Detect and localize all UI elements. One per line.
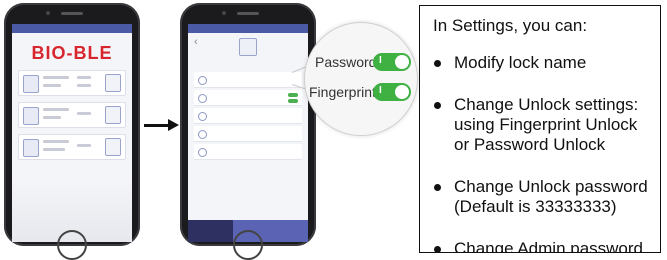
app-brand-logo: BIO-BLE xyxy=(12,43,132,64)
lock-card-line xyxy=(77,144,91,147)
phone-home-display: BIO-BLE xyxy=(12,24,132,242)
lock-card-line xyxy=(43,108,69,111)
lock-card-line xyxy=(43,148,65,151)
info-heading: In Settings, you can: xyxy=(433,16,588,35)
lock-icon xyxy=(23,139,39,157)
fingerprint-toggle-row: Fingerprint I xyxy=(305,81,417,105)
toggle-on-mark: I xyxy=(379,55,382,66)
fingerprint-label: Fingerprint xyxy=(309,84,376,100)
lock-card[interactable] xyxy=(18,70,126,96)
brand-text: BIO-BLE xyxy=(31,43,113,63)
edit-icon xyxy=(198,76,207,85)
toggle-on-mark: I xyxy=(379,85,382,96)
settings-button[interactable] xyxy=(105,106,121,124)
earpiece xyxy=(237,12,259,15)
settings-info-box: In Settings, you can: Modify lock name C… xyxy=(419,5,661,253)
password-mini-toggle[interactable] xyxy=(288,93,298,97)
lock-card-line xyxy=(77,84,91,87)
settings-row-unlock-password[interactable] xyxy=(194,108,302,124)
password-toggle-row: Password I xyxy=(305,51,417,75)
camera-icon xyxy=(46,11,50,15)
lock-card-line xyxy=(43,76,69,79)
lock-card-line xyxy=(43,140,69,143)
fingerprint-toggle[interactable]: I xyxy=(373,83,411,101)
settings-row-about[interactable] xyxy=(194,144,302,160)
status-bar xyxy=(188,24,308,33)
padlock-icon xyxy=(239,38,257,56)
phone-settings-display: ‹ xyxy=(188,24,308,242)
list-item: Change Unlock settings: using Fingerprin… xyxy=(433,95,650,155)
info-icon xyxy=(198,148,207,157)
fingerprint-mini-toggle[interactable] xyxy=(288,99,298,103)
password-label: Password xyxy=(315,54,377,70)
earpiece xyxy=(61,12,83,15)
lock-icon xyxy=(23,75,39,93)
toggle-knob xyxy=(395,85,409,99)
lock-card-line xyxy=(43,84,61,87)
shield-icon xyxy=(198,94,207,103)
lock-card-line xyxy=(43,116,61,119)
unlock-button[interactable] xyxy=(105,74,121,92)
settings-row-admin-password[interactable] xyxy=(194,126,302,142)
back-arrow-icon[interactable]: ‹ xyxy=(194,36,198,48)
list-item: Change Unlock password (Default is 33333… xyxy=(433,177,650,217)
status-bar xyxy=(12,24,132,33)
list-item: Modify lock name xyxy=(433,53,650,73)
unlock-button[interactable] xyxy=(105,138,121,156)
zoom-bubble: Password I Fingerprint I xyxy=(304,22,418,136)
home-button[interactable] xyxy=(233,230,263,260)
lock-card[interactable] xyxy=(18,102,126,128)
phone-settings-screen: ‹ xyxy=(180,3,316,260)
info-list: Modify lock name Change Unlock settings:… xyxy=(433,53,650,252)
home-button[interactable] xyxy=(57,230,87,260)
lock-card-line xyxy=(77,112,91,115)
camera-icon xyxy=(222,11,226,15)
toggle-knob xyxy=(395,55,409,69)
key-icon xyxy=(198,112,207,121)
lock-card[interactable] xyxy=(18,134,126,160)
key-icon xyxy=(198,130,207,139)
arrow-shaft xyxy=(144,124,170,127)
password-toggle[interactable]: I xyxy=(373,53,411,71)
lock-icon xyxy=(23,107,39,125)
phone-home-screen: BIO-BLE xyxy=(4,3,140,260)
lock-card-line xyxy=(77,76,91,79)
list-item: Change Admin password xyxy=(433,239,650,252)
tab-active[interactable] xyxy=(188,220,233,242)
settings-row-security[interactable] xyxy=(194,90,302,106)
arrow-right-icon xyxy=(168,119,179,131)
settings-row-lock-name[interactable] xyxy=(194,72,302,88)
